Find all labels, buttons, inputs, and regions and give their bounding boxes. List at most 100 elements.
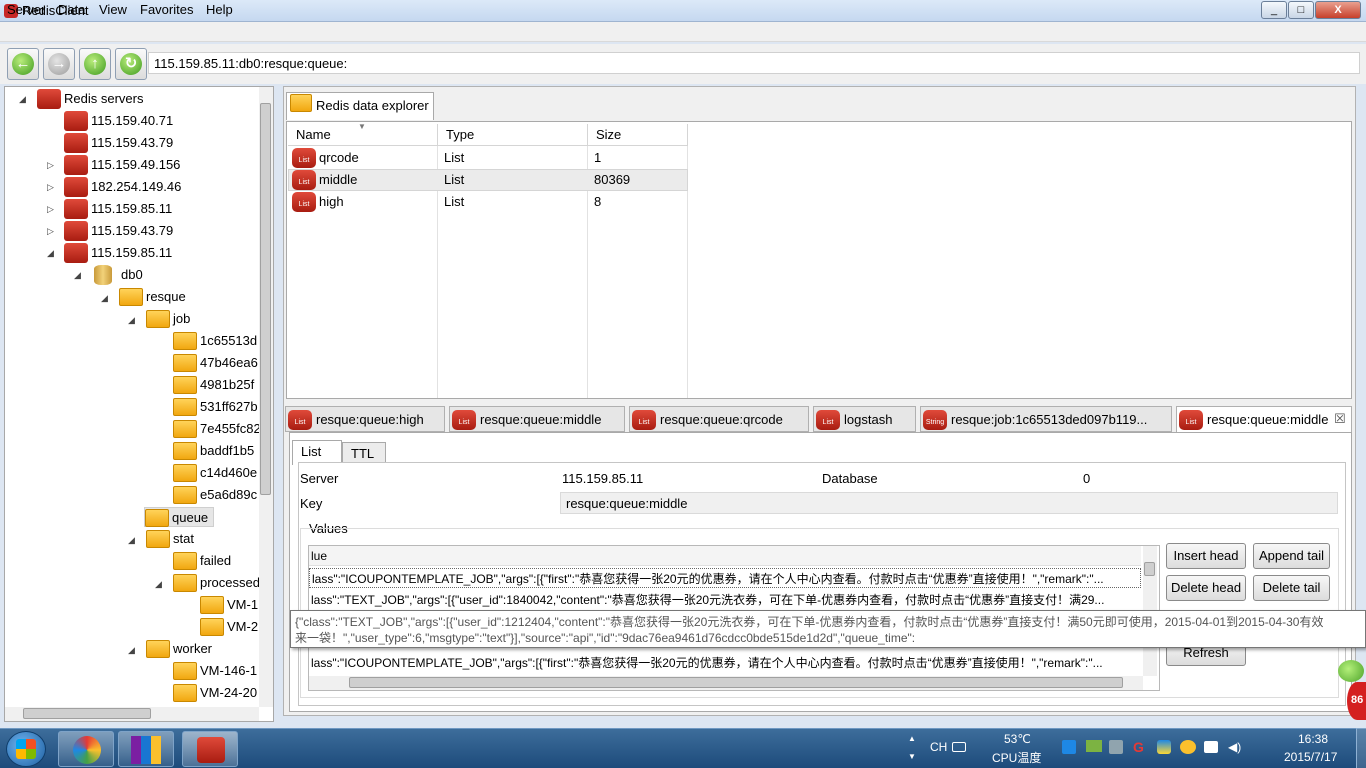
close-button[interactable]: X [1315, 1, 1361, 19]
key-tab[interactable]: String resque:job:1c65513ded097b119... [920, 406, 1172, 432]
taskbar-archiver[interactable] [118, 731, 174, 767]
menu-favorites[interactable]: Favorites [140, 2, 193, 17]
delete-head-button[interactable]: Delete head [1166, 575, 1246, 601]
collapse-icon[interactable]: ◢ [155, 579, 162, 590]
tooltip-line: {"class":"TEXT_JOB","args":[{"user_id":1… [295, 615, 1324, 629]
tray-network-icon[interactable] [1062, 740, 1076, 754]
insert-head-button[interactable]: Insert head [1166, 543, 1246, 569]
up-button[interactable]: ↑ [79, 48, 111, 80]
tray-flag-icon[interactable] [1204, 741, 1218, 753]
tree-vscroll-thumb[interactable] [260, 103, 271, 495]
key-tab[interactable]: List resque:queue:middle [449, 406, 625, 432]
redis-icon [64, 111, 88, 131]
show-desktop-button[interactable] [1356, 728, 1366, 768]
column-header-size[interactable]: Size [588, 124, 688, 146]
redis-icon [64, 199, 88, 219]
collapse-icon[interactable]: ◢ [101, 293, 108, 304]
expand-icon[interactable]: ▷ [47, 182, 54, 193]
values-hscroll-thumb[interactable] [349, 677, 1123, 688]
input-language[interactable]: CH [930, 740, 947, 754]
tree-hscroll-thumb[interactable] [23, 708, 151, 719]
key-tab[interactable]: List resque:queue:high [285, 406, 445, 432]
collapse-icon[interactable]: ◢ [19, 94, 26, 105]
server-tree[interactable]: ◢ Redis servers 115.159.40.71 115.159.43… [4, 86, 274, 722]
redis-icon [64, 155, 88, 175]
key-tab[interactable]: List resque:queue:qrcode [629, 406, 809, 432]
expand-icon[interactable]: ▷ [47, 204, 54, 215]
title-bar [0, 0, 1366, 22]
sort-indicator-icon: ▼ [358, 122, 366, 131]
key-tab-active[interactable]: List resque:queue:middle [1176, 406, 1352, 434]
back-button[interactable]: ← [7, 48, 39, 80]
folder-icon [173, 376, 197, 394]
collapse-icon[interactable]: ◢ [128, 535, 135, 546]
tray-app-icon[interactable] [1086, 740, 1102, 752]
table-row[interactable]: List high List 8 [288, 191, 688, 213]
tray-display-icon[interactable] [1109, 740, 1123, 754]
menu-view[interactable]: View [99, 2, 127, 17]
address-bar[interactable]: 115.159.85.11:db0:resque:queue: [148, 52, 1360, 74]
refresh-toolbar-button[interactable]: ↻ [115, 48, 147, 80]
menu-data[interactable]: Data [58, 2, 85, 17]
tray-guard-icon[interactable]: G [1133, 739, 1147, 755]
collapse-icon[interactable]: ◢ [74, 270, 81, 281]
cpu-temperature: 53℃ [1004, 732, 1031, 746]
taskbar-browser[interactable] [58, 731, 114, 767]
folder-icon [290, 94, 312, 112]
values-column-header[interactable]: lue [309, 546, 1141, 566]
folder-icon [173, 662, 197, 680]
tree-horizontal-scrollbar[interactable] [5, 707, 259, 721]
folder-icon [173, 398, 197, 416]
key-tab[interactable]: List logstash [813, 406, 916, 432]
values-vscroll-thumb[interactable] [1144, 562, 1155, 576]
tab-ttl[interactable]: TTL [342, 442, 386, 464]
taskbar-redisclient[interactable] [182, 731, 238, 767]
tab-redis-data-explorer[interactable]: Redis data explorer [286, 92, 434, 120]
clock-date[interactable]: 2015/7/17 [1284, 750, 1337, 764]
tray-python-icon[interactable] [1157, 740, 1171, 754]
value-tooltip: {"class":"TEXT_JOB","args":[{"user_id":1… [290, 610, 1366, 648]
table-row[interactable]: List qrcode List 1 [288, 147, 688, 169]
list-item[interactable]: lass":"TEXT_JOB","args":[{"user_id":1840… [309, 590, 1141, 610]
menu-server[interactable]: Server [7, 2, 45, 17]
refresh-icon: ↻ [120, 53, 142, 75]
taskbar-scroll-arrows[interactable]: ▲ ▼ [906, 730, 918, 766]
start-button[interactable] [6, 731, 46, 767]
monitor-badge[interactable]: 86 [1347, 682, 1366, 720]
tray-volume-icon[interactable]: ◀) [1228, 740, 1244, 754]
folder-icon [200, 596, 224, 614]
list-item[interactable]: lass":"ICOUPONTEMPLATE_JOB","args":[{"fi… [309, 653, 1141, 673]
close-tab-icon[interactable]: ☒ [1334, 411, 1346, 427]
delete-tail-button[interactable]: Delete tail [1253, 575, 1330, 601]
string-type-icon: String [923, 410, 947, 430]
forward-button[interactable]: → [43, 48, 75, 80]
folder-icon [119, 288, 143, 306]
list-item[interactable]: lass":"ICOUPONTEMPLATE_JOB","args":[{"fi… [309, 568, 1141, 588]
column-header-type[interactable]: Type [438, 124, 588, 146]
expand-icon[interactable]: ▷ [47, 226, 54, 237]
tree-folder-queue[interactable]: queue [144, 507, 214, 527]
values-horizontal-scrollbar[interactable] [309, 676, 1143, 690]
tray-qq-icon[interactable] [1180, 740, 1196, 754]
list-type-icon: List [1179, 410, 1203, 430]
clock-time[interactable]: 16:38 [1298, 732, 1328, 746]
folder-icon [173, 442, 197, 460]
collapse-icon[interactable]: ◢ [128, 645, 135, 656]
collapse-icon[interactable]: ◢ [47, 248, 54, 259]
folder-icon [145, 509, 169, 527]
append-tail-button[interactable]: Append tail [1253, 543, 1330, 569]
key-value-field[interactable]: resque:queue:middle [560, 492, 1338, 514]
browser-icon [73, 736, 101, 764]
menu-help[interactable]: Help [206, 2, 233, 17]
tooltip-line: 来一袋！","user_type":6,"msgtype":"text"}],"… [295, 631, 916, 645]
table-row[interactable]: List middle List 80369 [288, 169, 688, 191]
list-type-icon: List [632, 410, 656, 430]
menu-bar [0, 22, 1366, 42]
collapse-icon[interactable]: ◢ [128, 315, 135, 326]
windows-logo-icon [16, 739, 36, 759]
tree-vertical-scrollbar[interactable] [259, 87, 273, 707]
list-type-icon: List [816, 410, 840, 430]
expand-icon[interactable]: ▷ [47, 160, 54, 171]
minimize-button[interactable]: _ [1261, 1, 1287, 19]
maximize-button[interactable]: □ [1288, 1, 1314, 19]
